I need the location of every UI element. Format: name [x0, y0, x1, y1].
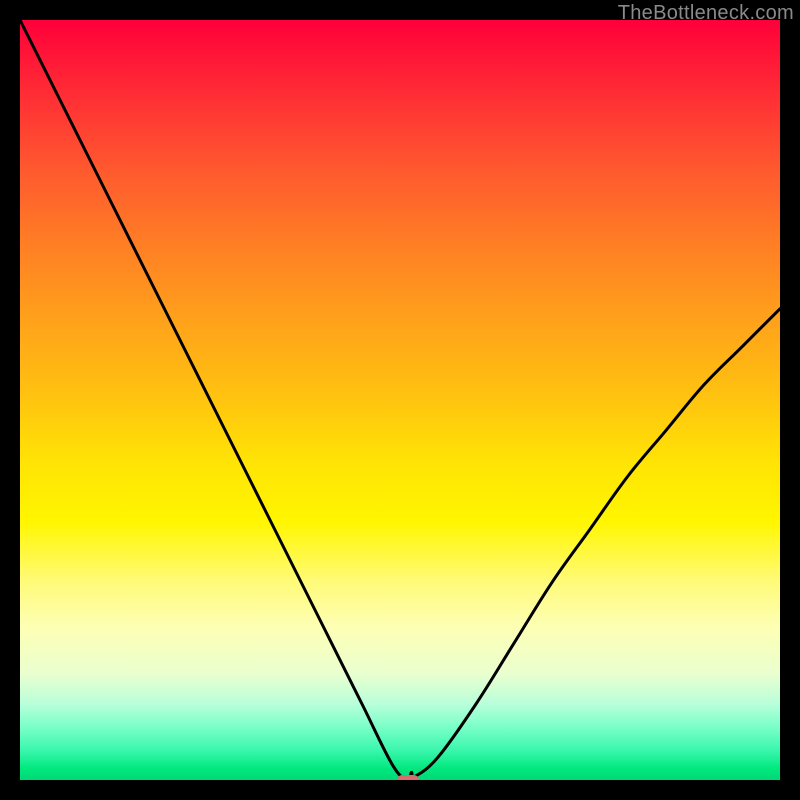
chart-frame: TheBottleneck.com [0, 0, 800, 800]
plot-area [20, 20, 780, 780]
curve-svg [20, 20, 780, 780]
bottleneck-curve [20, 20, 780, 780]
optimum-marker [397, 775, 419, 780]
